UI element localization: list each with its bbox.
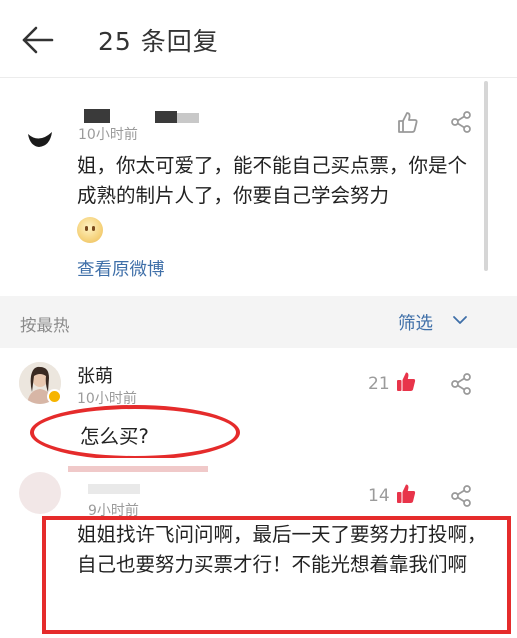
- filter-button[interactable]: 筛选: [398, 310, 467, 334]
- redacted-username: [177, 113, 199, 123]
- like-count: 14: [368, 486, 390, 506]
- avatar[interactable]: [20, 114, 58, 152]
- thumbs-up-filled-icon: [397, 372, 416, 391]
- post-text: 姐，你太可爱了，能不能自己买点票，你是个成熟的制片人了，你要自己学会努力: [77, 154, 468, 207]
- top-bar: 25 条回复: [0, 0, 517, 78]
- like-count: 21: [368, 374, 390, 394]
- scrollbar[interactable]: [484, 81, 488, 271]
- redacted-username: [84, 109, 110, 123]
- share-icon: [451, 111, 471, 133]
- sort-bar: 按最热 筛选: [0, 296, 517, 348]
- share-button[interactable]: [449, 484, 473, 508]
- sort-hot-label[interactable]: 按最热: [20, 312, 70, 336]
- thumbs-up-filled-icon: [397, 484, 416, 503]
- post-time: 10小时前: [78, 127, 138, 143]
- avatar[interactable]: [19, 472, 61, 514]
- share-button[interactable]: [449, 110, 473, 134]
- thumbs-up-outline-icon: [398, 112, 418, 133]
- verified-badge-icon: [47, 389, 62, 404]
- redacted-username: [88, 484, 140, 494]
- redacted-username: [155, 111, 177, 123]
- filter-label: 筛选: [398, 314, 433, 334]
- redacted-username: [68, 466, 208, 472]
- original-post: 10小时前 姐，你太可爱了，能不能自己买点票，你是个成熟的制片人了，你要自己学会…: [0, 79, 517, 296]
- arrow-left-icon: [22, 26, 54, 54]
- back-button[interactable]: [18, 22, 58, 58]
- blushing-face-emoji: [77, 217, 103, 243]
- like-button[interactable]: [395, 110, 421, 136]
- like-button[interactable]: [394, 370, 418, 394]
- share-icon: [451, 373, 471, 395]
- comment-item: 9小时前 14 姐姐找许飞问问啊，最后一天了要努力打投啊，自己也要努力买票才行！…: [0, 458, 517, 638]
- avatar-image-icon: [28, 132, 52, 147]
- like-button[interactable]: [394, 482, 418, 506]
- comment-item: 张萌 10小时前 21 怎么买?: [0, 348, 517, 460]
- commenter-name[interactable]: 张萌: [77, 362, 113, 388]
- annotation-box: [42, 516, 511, 634]
- share-button[interactable]: [449, 372, 473, 396]
- share-icon: [451, 485, 471, 507]
- chevron-down-icon: [453, 316, 467, 324]
- annotation-oval: [30, 405, 240, 460]
- page-title: 25 条回复: [98, 27, 219, 56]
- view-original-post-link[interactable]: 查看原微博: [77, 256, 165, 281]
